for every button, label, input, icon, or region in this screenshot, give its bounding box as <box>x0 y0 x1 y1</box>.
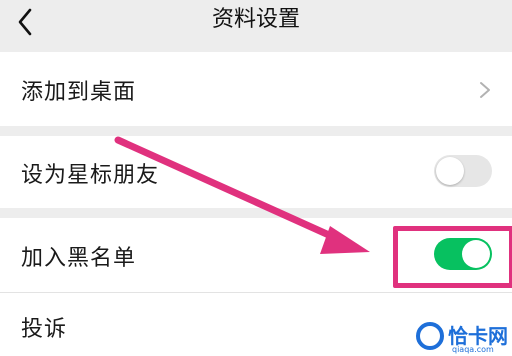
blacklist-label: 加入黑名单 <box>21 246 137 271</box>
chevron-right-icon <box>480 82 490 98</box>
highlight-box <box>393 226 512 288</box>
complaint-label: 投诉 <box>21 317 68 342</box>
page-title: 资料设置 <box>211 7 300 32</box>
watermark-url: qiaqa.com <box>452 345 494 354</box>
watermark-logo: 恰卡网 qiaqa.com <box>412 318 512 356</box>
star-friend-toggle[interactable] <box>434 155 492 187</box>
toggle-knob <box>436 157 464 185</box>
star-friend-label: 设为星标朋友 <box>21 163 160 188</box>
watermark-icon <box>416 322 444 350</box>
add-to-desktop-label: 添加到桌面 <box>21 80 137 105</box>
add-to-desktop-row[interactable]: 添加到桌面 <box>0 52 512 126</box>
header-bar: 资料设置 <box>0 0 512 48</box>
